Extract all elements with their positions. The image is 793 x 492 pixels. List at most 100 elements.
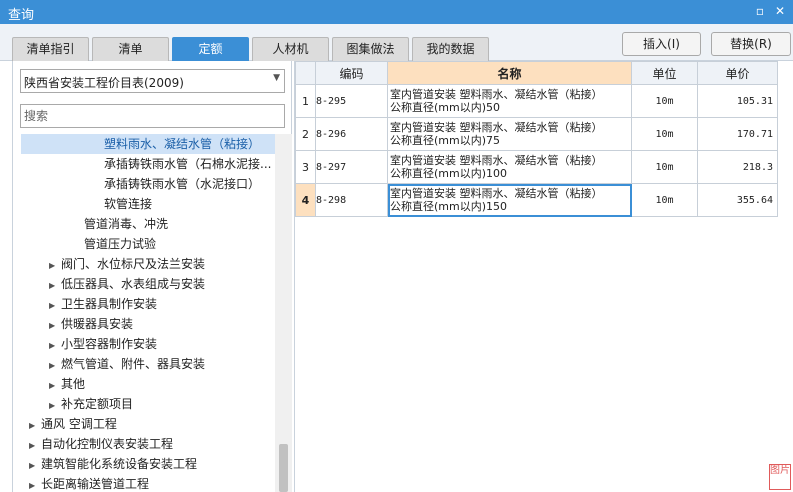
table-row-current[interactable]: 4 8-298 室内管道安装 塑料雨水、凝结水管（粘接） 公称直径(mm以内)15… <box>295 183 778 217</box>
tab-bill-guide[interactable]: 清单指引 <box>12 37 89 61</box>
cell-name-line: 室内管道安装 塑料雨水、凝结水管（粘接） <box>390 187 603 200</box>
tree-item-label: 其他 <box>61 377 86 391</box>
expand-arrow-icon[interactable]: ▶ <box>49 276 61 296</box>
tree-item[interactable]: ▶ 供暖器具安装 <box>49 314 133 334</box>
cell-name[interactable]: 室内管道安装 塑料雨水、凝结水管（粘接） 公称直径(mm以内)50 <box>387 84 632 118</box>
cell-code[interactable]: 8-295 <box>315 84 388 118</box>
column-header-name[interactable]: 名称 <box>387 61 632 85</box>
tree-item[interactable]: ▶ 补充定额项目 <box>49 394 133 414</box>
tree-item[interactable]: ▶ 阀门、水位标尺及法兰安装 <box>49 254 205 274</box>
expand-arrow-icon[interactable]: ▶ <box>49 356 61 376</box>
tree-item[interactable]: 管道消毒、冲洗 <box>84 214 168 234</box>
tree-item-label: 长距离输送管道工程 <box>41 477 150 491</box>
cell-code[interactable]: 8-298 <box>315 183 388 217</box>
tree-item-label: 燃气管道、附件、器具安装 <box>61 357 206 371</box>
expand-arrow-icon[interactable]: ▶ <box>49 336 61 356</box>
left-panel: 陕西省安装工程价目表(2009) ▼ 塑料雨水、凝结水管（粘接） 承插铸铁雨水管… <box>12 61 292 492</box>
tree-item[interactable]: 承插铸铁雨水管（水泥接口） <box>104 174 260 194</box>
tree-item-label: 供暖器具安装 <box>61 317 134 331</box>
cell-unit[interactable]: 10m <box>631 150 698 184</box>
tree-item[interactable]: ▶ 低压器具、水表组成与安装 <box>49 274 205 294</box>
tab-my-data[interactable]: 我的数据 <box>412 37 489 61</box>
result-panel: 编码 名称 单位 单价 1 8-295 室内管道安装 塑料雨水、凝结水管（粘接）… <box>294 61 793 492</box>
expand-arrow-icon[interactable]: ▶ <box>29 456 41 476</box>
cell-unit[interactable]: 10m <box>631 84 698 118</box>
cell-name[interactable]: 室内管道安装 塑料雨水、凝结水管（粘接） 公称直径(mm以内)75 <box>387 117 632 151</box>
table-row[interactable]: 1 8-295 室内管道安装 塑料雨水、凝结水管（粘接） 公称直径(mm以内)50… <box>295 84 778 118</box>
column-header-price[interactable]: 单价 <box>697 61 778 85</box>
tree-item-label: 塑料雨水、凝结水管（粘接） <box>104 137 261 151</box>
tree-item[interactable]: ▶ 自动化控制仪表安装工程 <box>29 434 173 454</box>
table-row[interactable]: 2 8-296 室内管道安装 塑料雨水、凝结水管（粘接） 公称直径(mm以内)75… <box>295 117 778 151</box>
chevron-down-icon: ▼ <box>273 73 280 83</box>
cell-price[interactable]: 105.31 <box>697 84 778 118</box>
search-input[interactable] <box>21 105 284 127</box>
tree-item-label: 阀门、水位标尺及法兰安装 <box>61 257 206 271</box>
scrollbar-thumb[interactable] <box>279 444 288 492</box>
library-select[interactable]: 陕西省安装工程价目表(2009) ▼ <box>20 69 285 93</box>
cell-price[interactable]: 355.64 <box>697 183 778 217</box>
tree-item-label: 低压器具、水表组成与安装 <box>61 277 206 291</box>
cell-name-line: 公称直径(mm以内)100 <box>390 167 508 180</box>
cell-price[interactable]: 218.3 <box>697 150 778 184</box>
search-box[interactable] <box>20 104 285 128</box>
column-header-code[interactable]: 编码 <box>315 61 388 85</box>
tree-item[interactable]: 软管连接 <box>104 194 152 214</box>
cell-code[interactable]: 8-297 <box>315 150 388 184</box>
window-title: 查询 <box>8 8 35 23</box>
tree-item[interactable]: 承插铸铁雨水管（石棉水泥接... <box>104 154 271 174</box>
table-row[interactable]: 3 8-297 室内管道安装 塑料雨水、凝结水管（粘接） 公称直径(mm以内)10… <box>295 150 778 184</box>
tree-item[interactable]: ▶ 燃气管道、附件、器具安装 <box>49 354 205 374</box>
cell-name-line: 公称直径(mm以内)50 <box>390 101 501 114</box>
expand-arrow-icon[interactable]: ▶ <box>49 316 61 336</box>
title-bar: 查询 ▫ ✕ <box>0 0 793 24</box>
tree-item[interactable]: ▶ 小型容器制作安装 <box>49 334 157 354</box>
tab-strip: 清单指引 清单 定额 人材机 图集做法 我的数据 插入(I) 替换(R) <box>0 24 793 61</box>
cell-code[interactable]: 8-296 <box>315 117 388 151</box>
tree-scrollbar[interactable] <box>275 134 292 492</box>
tree-item-label: 卫生器具制作安装 <box>61 297 158 311</box>
replace-button[interactable]: 替换(R) <box>711 32 791 56</box>
expand-arrow-icon[interactable]: ▶ <box>49 376 61 396</box>
close-icon[interactable]: ✕ <box>771 2 789 20</box>
column-header-unit[interactable]: 单位 <box>631 61 698 85</box>
expand-arrow-icon[interactable]: ▶ <box>49 296 61 316</box>
quota-tree: 塑料雨水、凝结水管（粘接） 承插铸铁雨水管（石棉水泥接... 承插铸铁雨水管（水… <box>21 134 275 492</box>
cell-name-line: 室内管道安装 塑料雨水、凝结水管（粘接） <box>390 154 603 167</box>
tab-labor-material[interactable]: 人材机 <box>252 37 329 61</box>
cell-unit[interactable]: 10m <box>631 183 698 217</box>
tree-item-label: 通风 空调工程 <box>41 417 117 431</box>
cell-price[interactable]: 170.71 <box>697 117 778 151</box>
row-number: 3 <box>295 150 316 184</box>
tree-item[interactable]: ▶ 长距离输送管道工程 <box>29 474 149 492</box>
row-number: 2 <box>295 117 316 151</box>
tree-item-label: 软管连接 <box>104 197 153 211</box>
tree-item[interactable]: ▶ 其他 <box>49 374 85 394</box>
insert-button[interactable]: 插入(I) <box>622 32 701 56</box>
tree-item-label: 建筑智能化系统设备安装工程 <box>41 457 198 471</box>
restore-icon[interactable]: ▫ <box>751 2 769 20</box>
expand-arrow-icon[interactable]: ▶ <box>49 256 61 276</box>
watermark-stamp: 图片 <box>769 464 791 490</box>
tab-bill[interactable]: 清单 <box>92 37 169 61</box>
expand-arrow-icon[interactable]: ▶ <box>29 476 41 492</box>
cell-name-line: 公称直径(mm以内)75 <box>390 134 501 147</box>
tree-item[interactable]: 管道压力试验 <box>84 234 156 254</box>
tree-item[interactable]: ▶ 通风 空调工程 <box>29 414 117 434</box>
row-number-header <box>295 61 316 85</box>
cell-unit[interactable]: 10m <box>631 117 698 151</box>
row-number: 1 <box>295 84 316 118</box>
cell-name[interactable]: 室内管道安装 塑料雨水、凝结水管（粘接） 公称直径(mm以内)150 <box>387 183 632 217</box>
expand-arrow-icon[interactable]: ▶ <box>29 436 41 456</box>
tab-atlas-method[interactable]: 图集做法 <box>332 37 409 61</box>
cell-name[interactable]: 室内管道安装 塑料雨水、凝结水管（粘接） 公称直径(mm以内)100 <box>387 150 632 184</box>
library-select-value: 陕西省安装工程价目表(2009) <box>24 76 184 90</box>
tree-item[interactable]: ▶ 卫生器具制作安装 <box>49 294 157 314</box>
expand-arrow-icon[interactable]: ▶ <box>29 416 41 436</box>
tree-item[interactable]: ▶ 建筑智能化系统设备安装工程 <box>29 454 197 474</box>
tree-item-label: 自动化控制仪表安装工程 <box>41 437 174 451</box>
tab-quota[interactable]: 定额 <box>172 37 249 61</box>
tree-item[interactable]: 塑料雨水、凝结水管（粘接） <box>21 134 275 154</box>
tree-item-label: 承插铸铁雨水管（水泥接口） <box>104 177 261 191</box>
expand-arrow-icon[interactable]: ▶ <box>49 396 61 416</box>
